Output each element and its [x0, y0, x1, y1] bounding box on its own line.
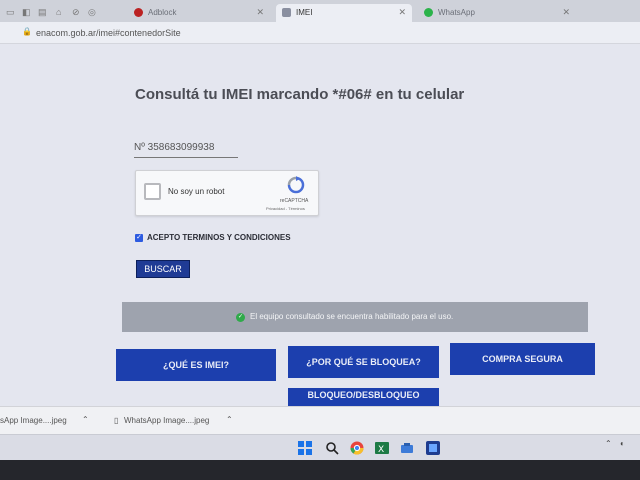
result-message: El equipo consultado se encuentra habili…	[250, 312, 454, 321]
browser-tab-strip: ▭ ◧ ▤ ⌂ ⊘ ◎ Adblock ✕ IMEI ✕ WhatsApp ✕	[0, 0, 640, 22]
tab-icon[interactable]: ◧	[22, 7, 32, 17]
url-text[interactable]: enacom.gob.ar/imei#contenedorSite	[36, 28, 181, 38]
chrome-icon[interactable]	[350, 441, 364, 455]
tab-icon[interactable]: ▭	[6, 7, 16, 17]
recaptcha-checkbox[interactable]	[144, 183, 161, 200]
tab-label: IMEI	[296, 8, 313, 17]
tab-label: Adblock	[148, 8, 177, 17]
block-unblock-button[interactable]: BLOQUEO/DESBLOQUEO	[288, 388, 439, 408]
downloads-bar: sApp Image....jpeg ⌃ ▯ WhatsApp Image...…	[0, 406, 640, 434]
safe-purchase-button[interactable]: COMPRA SEGURA	[450, 343, 595, 375]
close-icon[interactable]: ✕	[256, 7, 264, 18]
recaptcha-links[interactable]: Privacidad - Términos	[266, 206, 305, 211]
check-circle-icon: ✓	[236, 313, 245, 322]
imei-input[interactable]: Nº 358683099938	[134, 142, 238, 158]
page-title: Consultá tu IMEI marcando *#06# en tu ce…	[135, 86, 465, 103]
tab-left-icons: ▭ ◧ ▤ ⌂ ⊘ ◎	[0, 4, 120, 22]
tab-imei[interactable]: IMEI ✕	[276, 4, 412, 22]
tab-icon[interactable]: ◎	[88, 7, 98, 17]
page-icon	[282, 8, 291, 17]
tab-icon[interactable]: ▤	[38, 7, 48, 17]
system-tray-icon[interactable]: ⌃	[605, 439, 612, 448]
search-button[interactable]: BUSCAR	[136, 260, 190, 278]
tab-icon[interactable]: ⊘	[72, 7, 82, 17]
tab-whatsapp[interactable]: WhatsApp ✕	[418, 4, 576, 22]
recaptcha-logo-icon	[287, 176, 305, 194]
tab-adblock[interactable]: Adblock ✕	[128, 4, 270, 22]
recaptcha-label: No soy un robot	[168, 187, 225, 196]
svg-text:X: X	[378, 445, 384, 455]
chevron-up-icon[interactable]: ⌃	[226, 415, 233, 424]
recaptcha-widget: No soy un robot reCAPTCHA Privacidad - T…	[135, 170, 319, 216]
network-icon[interactable]: ◐	[620, 439, 625, 448]
search-icon[interactable]	[325, 441, 339, 455]
excel-icon[interactable]: X	[375, 441, 389, 455]
close-icon[interactable]: ✕	[562, 7, 570, 18]
download-label: WhatsApp Image....jpeg	[124, 416, 210, 425]
windows-start-icon[interactable]	[298, 441, 312, 455]
download-item[interactable]: ▯ WhatsApp Image....jpeg	[114, 416, 209, 425]
tab-icon[interactable]: ⌂	[56, 7, 66, 17]
chevron-up-icon[interactable]: ⌃	[82, 415, 89, 424]
terms-label[interactable]: ACEPTO TERMINOS Y CONDICIONES	[147, 233, 291, 242]
why-blocked-button[interactable]: ¿POR QUÉ SE BLOQUEA?	[288, 346, 439, 378]
address-bar[interactable]: 🔒 enacom.gob.ar/imei#contenedorSite	[0, 22, 640, 44]
taskbar: X ⌃ ◐	[0, 434, 640, 462]
monitor-bezel	[0, 460, 640, 480]
lock-icon: 🔒	[22, 27, 32, 36]
tab-label: WhatsApp	[438, 8, 475, 17]
terms-checkbox[interactable]: ✓	[135, 234, 143, 242]
result-banner: ✓ El equipo consultado se encuentra habi…	[122, 302, 588, 332]
file-icon: ▯	[114, 416, 119, 425]
adblock-icon	[134, 8, 143, 17]
what-is-imei-button[interactable]: ¿QUÉ ES IMEI?	[116, 349, 276, 381]
recaptcha-brand: reCAPTCHA	[280, 198, 309, 204]
download-item[interactable]: sApp Image....jpeg	[0, 416, 67, 425]
whatsapp-icon	[424, 8, 433, 17]
browser-icon[interactable]	[426, 441, 440, 455]
app-icon[interactable]	[400, 441, 414, 455]
close-icon[interactable]: ✕	[398, 7, 406, 18]
screen: ▭ ◧ ▤ ⌂ ⊘ ◎ Adblock ✕ IMEI ✕ WhatsApp ✕ …	[0, 0, 640, 480]
